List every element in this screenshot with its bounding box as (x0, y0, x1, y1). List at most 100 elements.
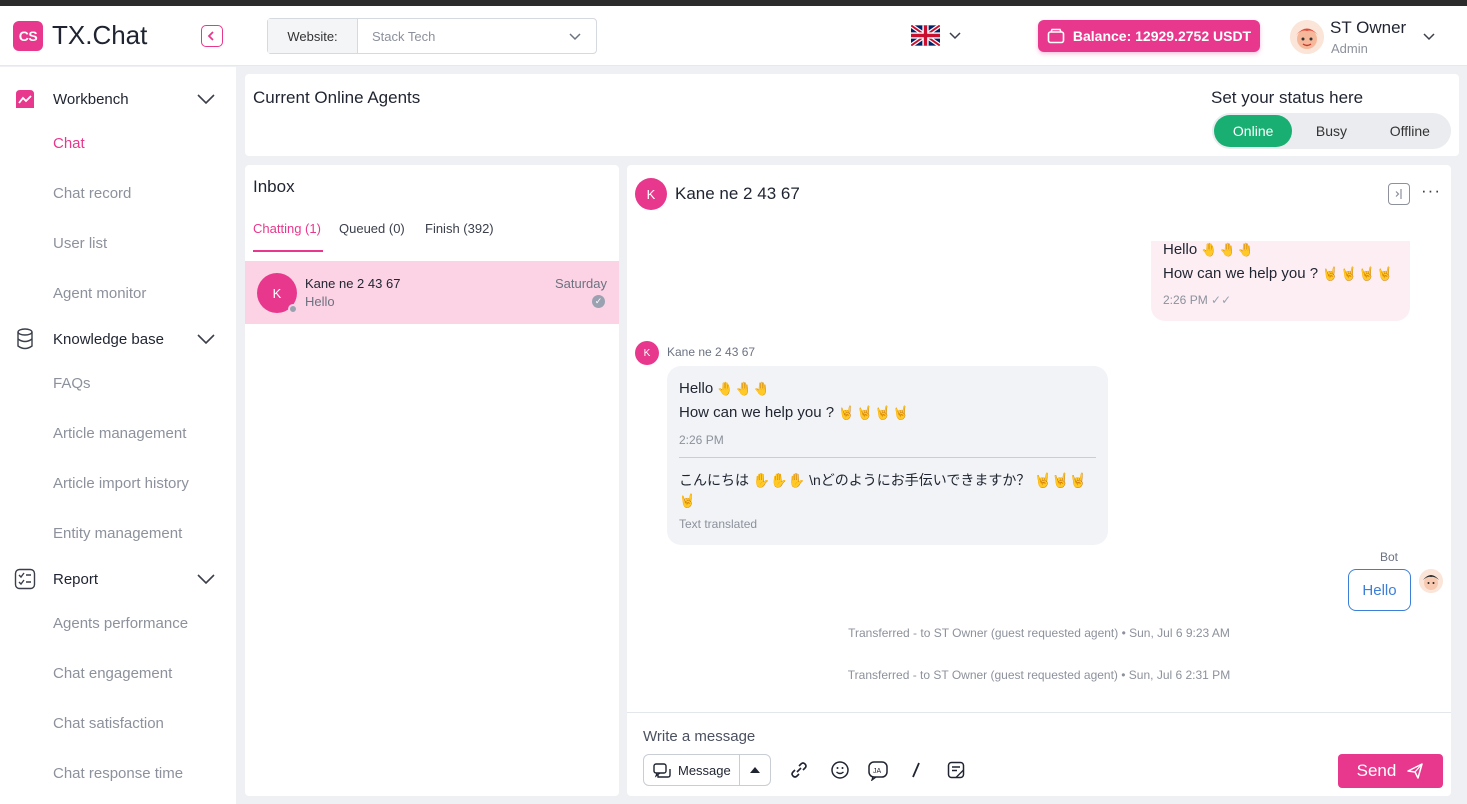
caret-up-icon[interactable] (748, 763, 762, 777)
sender-name: Kane ne 2 43 67 (667, 345, 756, 359)
read-check-icon: ✓ (592, 295, 605, 308)
website-selector[interactable]: Website: Stack Tech (267, 18, 597, 54)
message-line: How can we help you ? 🤘🤘🤘🤘 (679, 404, 912, 421)
top-header: CS TX.Chat Website: Stack Tech Balance: … (0, 6, 1467, 66)
sender-avatar: K (635, 341, 659, 365)
presence-dot (288, 304, 298, 314)
conversation-name: Kane ne 2 43 67 (305, 276, 401, 291)
chevron-down-icon (197, 334, 215, 345)
sidebar-item-chat-engagement[interactable]: Chat engagement (53, 665, 172, 682)
sidebar-item-chat[interactable]: Chat (53, 135, 85, 152)
template-icon[interactable] (945, 759, 967, 781)
online-agents-title: Current Online Agents (253, 88, 421, 107)
chat-bubble-icon (653, 763, 671, 778)
translation-divider (679, 457, 1096, 458)
toggle-side-panel-icon[interactable] (1388, 183, 1410, 205)
collapse-sidebar-icon[interactable] (201, 25, 223, 47)
workbench-icon (14, 88, 36, 110)
sidebar-item-user-list[interactable]: User list (53, 235, 107, 252)
double-check-icon: ✓✓ (1211, 293, 1232, 307)
incoming-message-bubble: Hello 🤚🤚🤚 How can we help you ? 🤘🤘🤘🤘 2:2… (667, 366, 1108, 545)
sidebar-item-chat-response-time[interactable]: Chat response time (53, 765, 183, 782)
website-value: Stack Tech (372, 28, 436, 44)
status-busy-button[interactable]: Busy (1292, 115, 1370, 147)
conversation-preview: Hello (305, 294, 335, 309)
translate-icon[interactable]: JA (867, 759, 889, 781)
sidebar-item-faqs[interactable]: FAQs (53, 375, 91, 392)
database-icon (14, 328, 36, 350)
paper-plane-icon (1407, 763, 1424, 779)
nav-group-report[interactable]: Report (0, 559, 236, 599)
nav-group-label: Workbench (53, 90, 129, 108)
translated-label: Text translated (679, 517, 758, 531)
sidebar-item-article-import-history[interactable]: Article import history (53, 475, 189, 492)
system-transfer-message: Transferred - to ST Owner (guest request… (848, 626, 1230, 640)
uk-flag-icon[interactable] (911, 25, 940, 46)
conversation-time: Saturday (554, 276, 607, 291)
outgoing-message-bubble: Hello 🤚🤚🤚 How can we help you ? 🤘🤘🤘🤘 2:2… (1151, 241, 1410, 321)
translated-text-cont: 🤘 (679, 493, 696, 508)
message-mode-label: Message (678, 763, 731, 778)
chat-contact-avatar: K (635, 178, 667, 210)
balance-button[interactable]: Balance: 12929.2752 USDT (1038, 20, 1260, 52)
nav-group-knowledge-base[interactable]: Knowledge base (0, 319, 236, 359)
svg-text:JA: JA (873, 768, 882, 775)
nav-group-label: Knowledge base (53, 330, 164, 348)
tab-finish[interactable]: Finish (392) (425, 221, 494, 236)
active-tab-indicator (253, 250, 323, 252)
status-offline-button[interactable]: Offline (1371, 115, 1449, 147)
emoji-icon[interactable] (829, 759, 851, 781)
inbox-title: Inbox (253, 177, 295, 196)
user-name: ST Owner (1330, 18, 1407, 37)
conversation-item[interactable]: K Kane ne 2 43 67 Hello Saturday ✓ (245, 261, 619, 324)
website-label: Website: (268, 19, 358, 53)
message-mode-button[interactable]: Message (643, 754, 771, 786)
user-role: Admin (1331, 41, 1368, 56)
button-divider (739, 755, 740, 785)
message-input[interactable]: Write a message (643, 728, 755, 745)
sidebar-item-article-management[interactable]: Article management (53, 425, 186, 442)
bot-message-bubble: Hello (1348, 569, 1411, 611)
website-select[interactable]: Stack Tech (358, 19, 596, 53)
status-title: Set your status here (1211, 88, 1364, 107)
attach-link-icon[interactable] (788, 759, 810, 781)
tab-chatting[interactable]: Chatting (1) (253, 221, 321, 236)
sidebar-item-entity-management[interactable]: Entity management (53, 525, 182, 542)
sidebar-item-agents-performance[interactable]: Agents performance (53, 615, 188, 632)
sidebar: Workbench Chat Chat record User list Age… (0, 67, 236, 804)
send-label: Send (1356, 761, 1397, 780)
wallet-icon (1047, 28, 1065, 44)
user-avatar[interactable] (1290, 20, 1324, 54)
system-transfer-message: Transferred - to ST Owner (guest request… (847, 668, 1231, 682)
message-time: 2:26 PM ✓✓ (1163, 293, 1232, 307)
app-logo: CS (13, 21, 43, 51)
chevron-down-icon (197, 574, 215, 585)
sidebar-item-chat-satisfaction[interactable]: Chat satisfaction (53, 715, 164, 732)
status-online-button[interactable]: Online (1214, 115, 1293, 147)
online-agents-panel: Current Online Agents Set your status he… (245, 74, 1459, 156)
inbox-panel: Inbox Chatting (1) Queued (0) Finish (39… (245, 165, 619, 796)
balance-text: Balance: 12929.2752 USDT (1072, 28, 1252, 44)
chat-panel: K Kane ne 2 43 67 ··· Hello 🤚🤚🤚 How can … (627, 165, 1451, 796)
chevron-down-icon (197, 94, 215, 105)
send-button[interactable]: Send (1338, 754, 1443, 788)
message-line: How can we help you ? 🤘🤘🤘🤘 (1163, 265, 1396, 282)
app-title: TX.Chat (52, 20, 148, 50)
nav-group-workbench[interactable]: Workbench (0, 79, 236, 119)
nav-group-label: Report (53, 570, 99, 588)
message-line: Hello 🤚🤚🤚 (1163, 241, 1256, 258)
message-line: Hello 🤚🤚🤚 (679, 380, 772, 397)
sidebar-item-agent-monitor[interactable]: Agent monitor (53, 285, 146, 302)
status-toggle: Online Busy Offline (1212, 113, 1451, 149)
chat-contact-name: Kane ne 2 43 67 (675, 184, 800, 203)
message-time: 2:26 PM (679, 433, 724, 447)
sidebar-item-chat-record[interactable]: Chat record (53, 185, 131, 202)
language-chevron-icon[interactable] (948, 28, 962, 42)
checklist-icon (14, 568, 36, 590)
slash-command-icon[interactable] (905, 759, 927, 781)
user-menu-chevron-icon[interactable] (1422, 29, 1436, 43)
tab-queued[interactable]: Queued (0) (339, 221, 405, 236)
chevron-down-icon (569, 33, 581, 41)
composer-divider (627, 712, 1451, 713)
more-options-icon[interactable]: ··· (1421, 181, 1441, 201)
